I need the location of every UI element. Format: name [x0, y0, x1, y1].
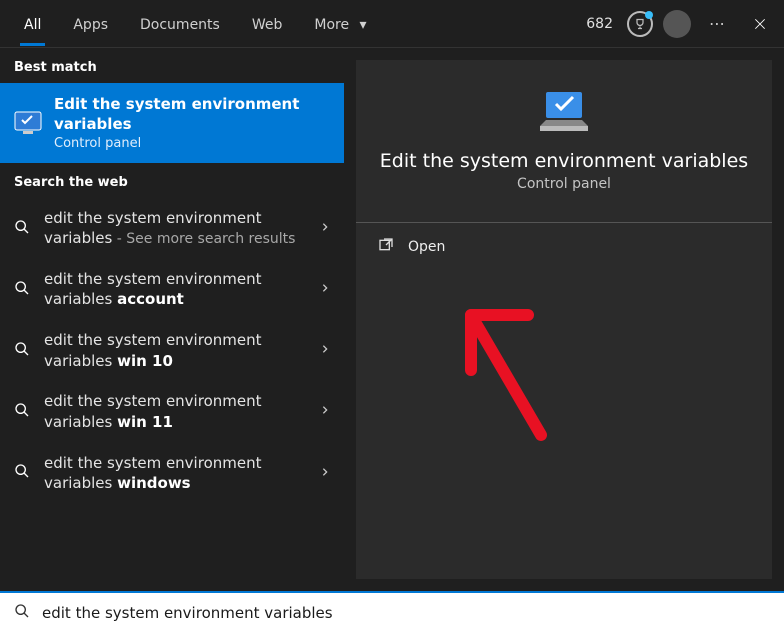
search-web-label: Search the web	[0, 163, 344, 198]
web-result-1[interactable]: edit the system environment variables ac…	[0, 259, 344, 320]
web-result-2[interactable]: edit the system environment variables wi…	[0, 320, 344, 381]
web-result-3[interactable]: edit the system environment variables wi…	[0, 381, 344, 442]
search-input-text[interactable]: edit the system environment variables	[42, 604, 333, 622]
web-result-text: edit the system environment variables wi…	[44, 453, 308, 494]
scope-bar: All Apps Documents Web More ▾ 682 ⋯	[0, 0, 784, 48]
open-label: Open	[408, 239, 445, 255]
web-result-text: edit the system environment variables wi…	[44, 330, 308, 371]
preview-subtitle: Control panel	[376, 176, 752, 192]
rewards-icon[interactable]	[627, 11, 653, 37]
chevron-right-icon[interactable]	[320, 402, 330, 421]
close-button[interactable]	[744, 8, 776, 40]
preview-title: Edit the system environment variables	[376, 150, 752, 172]
web-result-text: edit the system environment variables wi…	[44, 391, 308, 432]
red-arrow-annotation	[456, 300, 576, 460]
web-result-0[interactable]: edit the system environment variables - …	[0, 198, 344, 259]
search-icon	[14, 402, 32, 422]
control-panel-icon	[14, 109, 42, 137]
search-icon	[14, 341, 32, 361]
best-match-title: Edit the system environment variables	[54, 95, 330, 134]
best-match-result[interactable]: Edit the system environment variables Co…	[0, 83, 344, 163]
preview-panel: Edit the system environment variables Co…	[356, 60, 772, 579]
open-icon	[378, 237, 394, 257]
web-result-4[interactable]: edit the system environment variables wi…	[0, 443, 344, 504]
scope-tabs: All Apps Documents Web More ▾	[8, 4, 383, 44]
scope-tab-web[interactable]: Web	[236, 4, 299, 44]
scope-tab-more[interactable]: More ▾	[298, 4, 382, 44]
search-bar[interactable]: edit the system environment variables	[0, 591, 784, 633]
web-result-text: edit the system environment variables - …	[44, 208, 308, 249]
scope-tab-more-label: More	[314, 17, 349, 33]
search-icon	[14, 603, 30, 623]
results-panel: Best match Edit the system environment v…	[0, 48, 344, 591]
user-avatar[interactable]	[663, 10, 691, 38]
chevron-down-icon: ▾	[360, 17, 367, 33]
close-icon	[753, 17, 767, 31]
chevron-right-icon[interactable]	[320, 219, 330, 238]
rewards-points: 682	[586, 16, 613, 32]
open-action[interactable]: Open	[356, 223, 772, 271]
more-options-button[interactable]: ⋯	[701, 10, 734, 37]
best-match-subtitle: Control panel	[54, 136, 330, 151]
chevron-right-icon[interactable]	[320, 280, 330, 299]
web-result-text: edit the system environment variables ac…	[44, 269, 308, 310]
best-match-label: Best match	[0, 48, 344, 83]
search-icon	[14, 463, 32, 483]
chevron-right-icon[interactable]	[320, 464, 330, 483]
scope-tab-all[interactable]: All	[8, 4, 57, 44]
search-icon	[14, 219, 32, 239]
preview-control-panel-icon	[536, 90, 592, 134]
chevron-right-icon[interactable]	[320, 341, 330, 360]
scope-tab-documents[interactable]: Documents	[124, 4, 236, 44]
scope-tab-apps[interactable]: Apps	[57, 4, 124, 44]
search-icon	[14, 280, 32, 300]
